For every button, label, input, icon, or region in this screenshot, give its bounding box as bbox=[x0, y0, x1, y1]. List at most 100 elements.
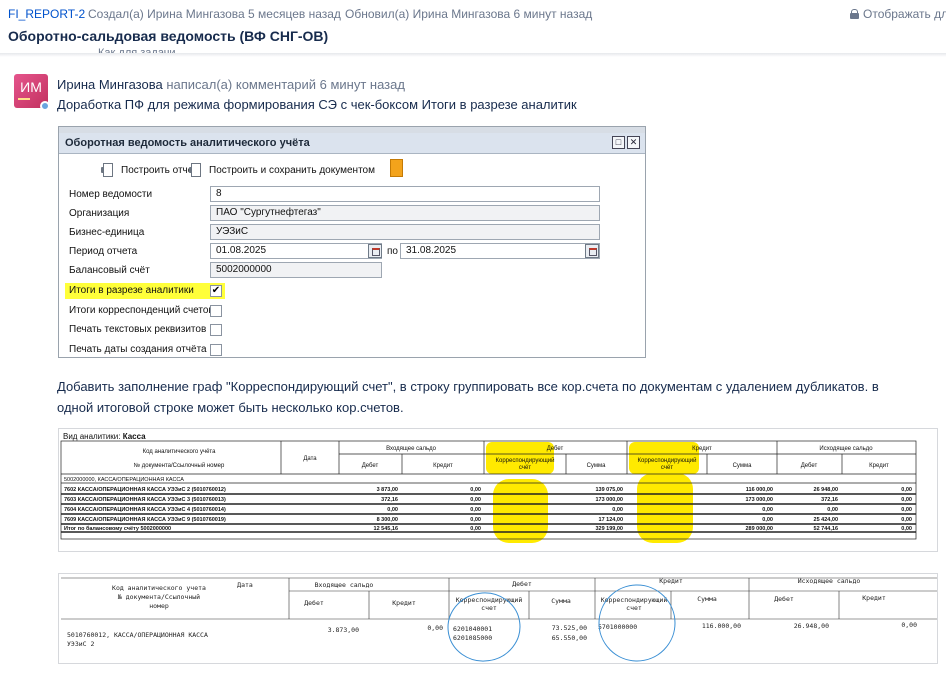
table-cell-in-d: 372,16 bbox=[381, 497, 398, 503]
issue-key-link[interactable]: FI_REPORT-2 bbox=[8, 7, 85, 21]
build-save-label: Построить и сохранить документом bbox=[209, 165, 375, 176]
sub-header-sum: Сумма bbox=[697, 595, 717, 603]
printer-icon bbox=[99, 162, 115, 177]
debit-corr-account-2: 6201085000 bbox=[453, 634, 492, 642]
col-header-code: Код аналитического учёта bbox=[143, 449, 217, 455]
table-cell-in-d: 0,00 bbox=[387, 507, 398, 513]
field-label-account: Балансовый счёт bbox=[69, 265, 150, 276]
table-cell-deb-sum: 329 199,00 bbox=[595, 526, 623, 532]
table-cell-in-d: 8 300,00 bbox=[377, 517, 398, 523]
credit-corr-account: 5701000000 bbox=[598, 623, 637, 631]
sub-header-credit: Кредит bbox=[433, 463, 453, 469]
printer-icon bbox=[187, 162, 203, 177]
table-cell-cred-sum: 289 000,00 bbox=[745, 526, 773, 532]
field-label-period: Период отчета bbox=[69, 246, 138, 257]
updated-info: Обновил(а) Ирина Мингазова 6 минут назад bbox=[345, 7, 593, 21]
table-cell-out-d: 52 744,16 bbox=[814, 526, 838, 532]
opening-credit-value: 0,00 bbox=[427, 624, 443, 632]
debit-sum-value-1: 73.525,00 bbox=[552, 624, 587, 632]
sub-header-corr-2: счёт bbox=[661, 465, 673, 471]
sub-header-credit: Кредит bbox=[392, 599, 416, 607]
table-cell-cred-sum: 116 000,00 bbox=[746, 487, 773, 493]
checkbox-label-analytics: Итоги в разрезе аналитики bbox=[69, 285, 194, 296]
restriction-label: Отображать для bbox=[863, 7, 946, 21]
maximize-icon[interactable]: □ bbox=[612, 136, 625, 149]
sub-header-sum: Сумма bbox=[551, 597, 571, 605]
table-cell-cred-sum: 0,00 bbox=[762, 507, 773, 513]
business-unit-field[interactable]: УЭЗиС bbox=[210, 224, 600, 240]
field-label-number: Номер ведомости bbox=[69, 189, 153, 200]
table-cell-in-c: 0,00 bbox=[470, 526, 481, 532]
field-label-business-unit: Бизнес-единица bbox=[69, 227, 145, 238]
printout-table: Код аналитического учета № документа/Ссы… bbox=[61, 577, 937, 662]
table-cell-out-d: 26 948,00 bbox=[814, 487, 838, 493]
col-header-number: номер bbox=[149, 602, 169, 610]
opening-debit-value: 3.873,00 bbox=[328, 626, 359, 634]
created-info: Создал(а) Ирина Мингазова 5 месяцев наза… bbox=[88, 7, 341, 21]
close-icon[interactable]: ✕ bbox=[627, 136, 640, 149]
checkbox-label-print-date: Печать даты создания отчёта bbox=[69, 344, 207, 355]
col-header-closing: Исходящее сальдо bbox=[819, 446, 873, 452]
avatar-status-badge bbox=[40, 101, 50, 111]
table-cell-out-d: 25 424,00 bbox=[814, 517, 838, 523]
report-table-screenshot: Вид аналитики: Касса Код аналитического … bbox=[58, 428, 938, 552]
lock-icon bbox=[850, 9, 859, 19]
build-save-button[interactable]: Построить и сохранить документом bbox=[187, 162, 375, 177]
sub-header-corr: Корреспондирующий bbox=[495, 457, 554, 464]
number-field[interactable]: 8 bbox=[210, 186, 600, 202]
period-to-field[interactable]: 31.08.2025 bbox=[400, 243, 600, 259]
calendar-icon[interactable] bbox=[368, 244, 382, 258]
avatar-initials: ИМ bbox=[20, 79, 42, 95]
debit-corr-account-1: 6201040001 bbox=[453, 625, 492, 633]
table-cell-in-c: 0,00 bbox=[470, 497, 481, 503]
sub-header-debit: Дебет bbox=[801, 463, 818, 469]
table-cell-deb-sum: 139 075,00 bbox=[595, 487, 623, 493]
table-cell-in-d: 12 545,16 bbox=[374, 526, 398, 532]
account-field[interactable]: 5002000000 bbox=[210, 262, 382, 278]
col-header-closing: Исходящее сальдо bbox=[798, 577, 861, 585]
report-table-grid: Код аналитического учёта № документа/Ссы… bbox=[60, 440, 917, 540]
group-row-label: 5002000000, КАССА/ОПЕРАЦИОННАЯ КАССА bbox=[64, 477, 184, 483]
table-cell-in-c: 0,00 bbox=[470, 517, 481, 523]
table-row-label: 7604 КАССА/ОПЕРАЦИОННАЯ КАССА УЭЗиС 4 (5… bbox=[64, 507, 226, 513]
col-header-date: Дата bbox=[237, 581, 253, 589]
table-cell-deb-sum: 17 124,00 bbox=[599, 517, 623, 523]
debit-sum-value-2: 65.550,00 bbox=[552, 634, 587, 642]
sub-header-corr: Корреспондирующий bbox=[601, 596, 668, 604]
checkbox-label-correspondence: Итоги корреспонденций счетов bbox=[69, 305, 214, 316]
closing-debit-value: 26.948,00 bbox=[794, 622, 829, 630]
col-header-debit: Дебет bbox=[547, 446, 564, 452]
credit-sum-value: 116.000,00 bbox=[702, 622, 741, 630]
col-header-credit: Кредит bbox=[659, 577, 683, 585]
sub-header-debit: Дебет bbox=[774, 595, 794, 603]
analytics-checkbox[interactable]: ✔ bbox=[210, 285, 222, 297]
comment-paragraph-line-2: одной итоговой строке может быть несколь… bbox=[57, 400, 404, 415]
table-cell-out-c: 0,00 bbox=[901, 487, 912, 493]
document-icon[interactable] bbox=[390, 159, 403, 177]
organization-field[interactable]: ПАО "Сургутнефтегаз" bbox=[210, 205, 600, 221]
page-title: Оборотно-сальдовая ведомость (ВФ СНГ-ОВ) bbox=[8, 28, 329, 44]
table-cell-cred-sum: 0,00 bbox=[762, 517, 773, 523]
table-cell-deb-sum: 0,00 bbox=[612, 507, 623, 513]
table-cell-out-d: 0,00 bbox=[827, 507, 838, 513]
printout-screenshot: Код аналитического учета № документа/Ссы… bbox=[58, 573, 938, 664]
col-header-doc: № документа/Ссылочный номер bbox=[134, 462, 225, 469]
correspondence-checkbox[interactable] bbox=[210, 305, 222, 317]
build-report-button[interactable]: Построить отчет bbox=[99, 162, 198, 177]
sub-header-credit: Кредит bbox=[862, 594, 886, 602]
restriction-control[interactable]: Отображать для bbox=[850, 7, 946, 21]
comment-author[interactable]: Ирина Мингазова bbox=[57, 77, 163, 92]
sub-header-sum: Сумма bbox=[587, 463, 607, 469]
print-date-checkbox[interactable] bbox=[210, 344, 222, 356]
sub-header-debit: Дебет bbox=[362, 463, 379, 469]
period-from-field[interactable]: 01.08.2025 bbox=[210, 243, 382, 259]
text-attrs-checkbox[interactable] bbox=[210, 324, 222, 336]
dialog-screenshot: Оборотная ведомость аналитического учёта… bbox=[58, 126, 646, 358]
calendar-icon[interactable] bbox=[585, 244, 599, 258]
col-header-date: Дата bbox=[303, 456, 317, 462]
row-name: 5010760012, КАССА/ОПЕРАЦИОННАЯ КАССА bbox=[67, 631, 208, 639]
sub-header-corr-2: счет bbox=[481, 604, 497, 612]
table-cell-out-c: 0,00 bbox=[901, 517, 912, 523]
checkbox-label-text-attrs: Печать текстовых реквизитов bbox=[69, 324, 207, 335]
col-header-debit: Дебет bbox=[512, 580, 532, 588]
